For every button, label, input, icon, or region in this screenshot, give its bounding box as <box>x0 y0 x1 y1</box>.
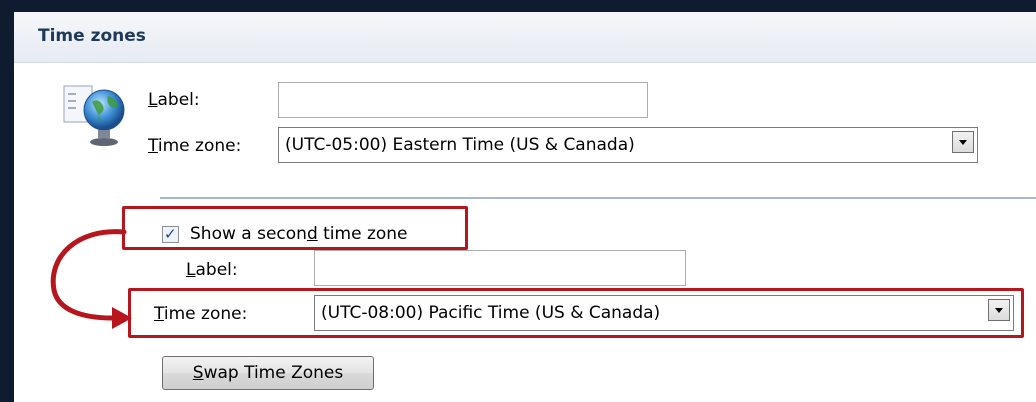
divider <box>160 197 1036 199</box>
chevron-down-icon[interactable] <box>952 131 974 153</box>
globe-icon <box>62 82 142 152</box>
callout-timezone-highlight <box>128 288 1024 338</box>
callout-checkbox-highlight <box>122 206 468 250</box>
timezone-caption: Time zone: <box>148 136 242 156</box>
curved-arrow-icon <box>50 229 132 329</box>
second-label-input[interactable] <box>314 250 686 286</box>
second-label-caption: Label: <box>186 260 238 280</box>
timezone-select[interactable]: (UTC-05:00) Eastern Time (US & Canada) <box>278 127 978 163</box>
swap-time-zones-button[interactable]: Swap Time Zones <box>162 356 374 390</box>
label-caption: Label: <box>148 90 200 110</box>
label-input[interactable] <box>278 82 648 118</box>
section-header: Time zones <box>14 12 1036 63</box>
time-zones-panel: Time zones Label: Time zone: (UTC-05:00)… <box>14 12 1036 402</box>
timezone-select-value: (UTC-05:00) Eastern Time (US & Canada) <box>285 135 635 155</box>
section-title: Time zones <box>38 26 146 46</box>
